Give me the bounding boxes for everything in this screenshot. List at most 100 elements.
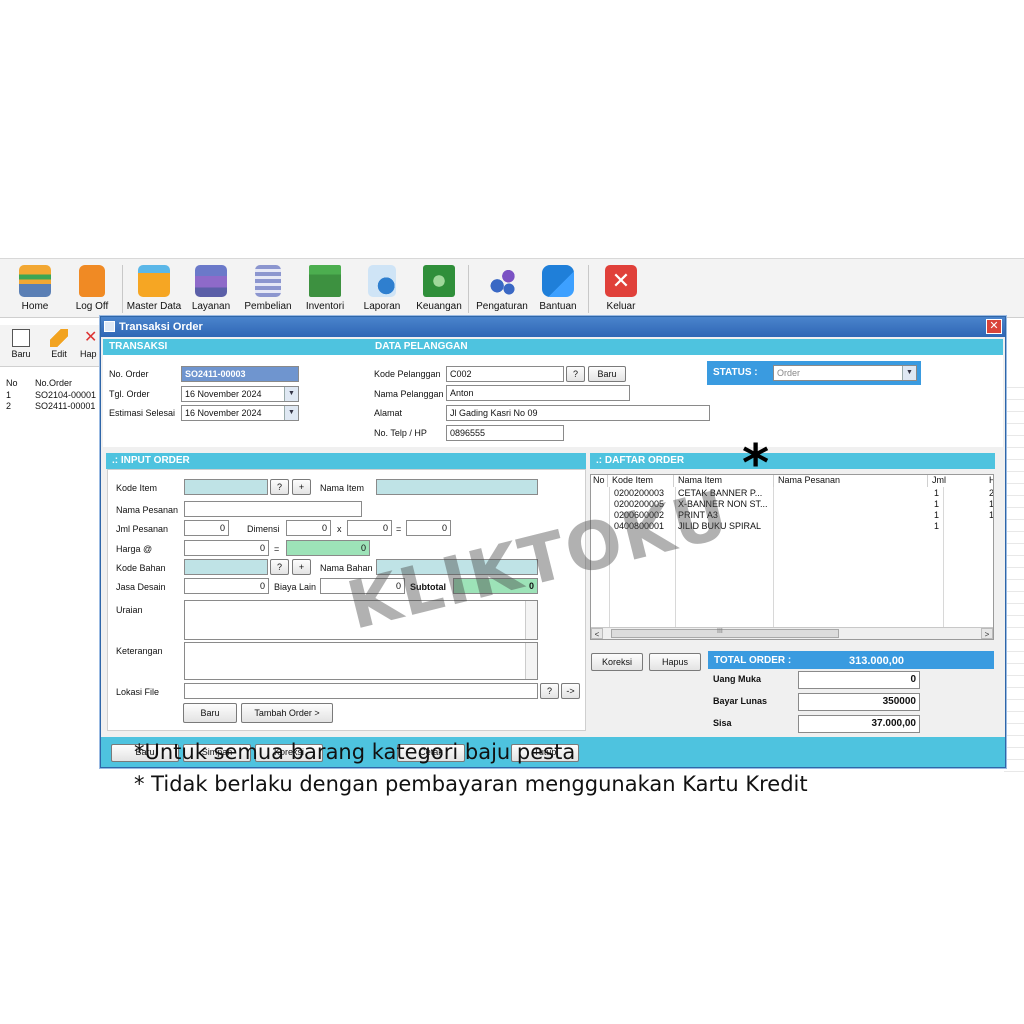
scroll-left-button[interactable]: < [591, 628, 603, 639]
lokasi-file-label: Lokasi File [116, 687, 160, 697]
telp-label: No. Telp / HP [374, 428, 427, 438]
kode-bahan-input[interactable] [184, 559, 268, 575]
list-item[interactable]: 1 SO2104-00001 [0, 390, 100, 401]
chat-icon [542, 265, 574, 297]
status-select[interactable]: Order ▼ [773, 365, 917, 381]
toolbar-master-data-button[interactable]: Master Data [124, 263, 184, 315]
chevron-down-icon[interactable]: ▼ [902, 366, 916, 380]
estimasi-label: Estimasi Selesai [109, 408, 176, 418]
kode-bahan-help-button[interactable]: ? [270, 559, 289, 575]
jml-pesanan-input[interactable]: 0 [184, 520, 229, 536]
total-order-value: 313.000,00 [849, 655, 905, 667]
dialog-titlebar[interactable]: Transaksi Order ✕ [101, 317, 1005, 337]
keterangan-textarea[interactable] [184, 642, 538, 680]
scroll-right-button[interactable]: > [981, 628, 993, 639]
toolbar-label: Pengaturan [476, 301, 528, 312]
toolbar-label: Log Off [75, 301, 109, 312]
dialog-title: Transaksi Order [119, 321, 203, 333]
alamat-label: Alamat [374, 408, 403, 418]
tambah-order-button[interactable]: Tambah Order > [241, 703, 333, 723]
screen: Home Log Off Master Data Layanan Pembeli… [0, 0, 1024, 1024]
tgl-order-value: 16 November 2024 [185, 389, 262, 399]
toolbar-separator [122, 265, 123, 313]
grid-line [943, 487, 944, 629]
toolbar-keluar-button[interactable]: ✕ Keluar [591, 263, 651, 315]
status-label: STATUS : [713, 367, 758, 378]
tgl-order-label: Tgl. Order [109, 389, 150, 399]
sisa-label: Sisa [713, 718, 732, 728]
uang-muka-label: Uang Muka [713, 674, 762, 684]
no-order-field[interactable]: SO2411-00003 [181, 366, 299, 382]
lokasi-file-input[interactable] [184, 683, 538, 699]
scrollbar[interactable] [525, 601, 537, 639]
nama-pelanggan-label: Nama Pelanggan [374, 389, 444, 399]
nama-pelanggan-input[interactable]: Anton [446, 385, 630, 401]
toolbar-separator [468, 265, 469, 313]
close-button[interactable]: ✕ [986, 319, 1002, 334]
close-icon: ✕ [605, 265, 637, 297]
dimensi-label: Dimensi [247, 524, 280, 534]
toolbar-keuangan-button[interactable]: Keuangan [409, 263, 469, 315]
list-edit-label: Edit [51, 349, 67, 359]
sisa-field: 37.000,00 [798, 715, 920, 733]
lokasi-browse-button[interactable]: -> [561, 683, 580, 699]
printer-icon [195, 265, 227, 297]
dimensi-height-input[interactable]: 0 [347, 520, 392, 536]
scroll-grip: III [717, 628, 723, 635]
hapus-button[interactable]: Hapus [649, 653, 701, 671]
uang-muka-input[interactable]: 0 [798, 671, 920, 689]
alamat-input[interactable]: Jl Gading Kasri No 09 [446, 405, 710, 421]
tgl-order-picker[interactable]: 16 November 2024 ▼ [181, 386, 299, 402]
lokasi-help-button[interactable]: ? [540, 683, 559, 699]
estimasi-picker[interactable]: 16 November 2024 ▼ [181, 405, 299, 421]
delete-icon: ✕ [84, 329, 98, 346]
kode-bahan-add-button[interactable]: + [292, 559, 311, 575]
toolbar-bantuan-button[interactable]: Bantuan [528, 263, 588, 315]
nama-item-input[interactable] [376, 479, 538, 495]
chevron-down-icon[interactable]: ▼ [284, 406, 298, 420]
biaya-lain-label: Biaya Lain [274, 582, 317, 592]
grid-line [773, 487, 774, 629]
harga-result-field: 0 [286, 540, 370, 556]
lock-icon [79, 265, 105, 297]
toolbar-home-button[interactable]: Home [5, 263, 65, 315]
list-item[interactable]: 2 SO2411-00001 [0, 401, 100, 412]
kode-item-input[interactable] [184, 479, 268, 495]
total-order-bar: TOTAL ORDER : 313.000,00 [708, 651, 994, 669]
pelanggan-baru-button[interactable]: Baru [588, 366, 626, 382]
telp-input[interactable]: 0896555 [446, 425, 564, 441]
scrollbar[interactable] [525, 643, 537, 679]
kode-pelanggan-help-button[interactable]: ? [566, 366, 585, 382]
kode-item-add-button[interactable]: + [292, 479, 311, 495]
list-grid-edge [1004, 376, 1024, 776]
dimensi-width-input[interactable]: 0 [286, 520, 331, 536]
list-cell-order: SO2104-00001 [35, 390, 97, 400]
toolbar-inventori-button[interactable]: Inventori [295, 263, 355, 315]
harga-label: Harga @ [116, 544, 153, 554]
toolbar-pengaturan-button[interactable]: Pengaturan [472, 263, 532, 315]
list-edit-button[interactable]: Edit [46, 329, 72, 359]
toolbar-laporan-button[interactable]: Laporan [352, 263, 412, 315]
input-baru-button[interactable]: Baru [183, 703, 237, 723]
toolbar-separator [588, 265, 589, 313]
list-delete-button[interactable]: ✕ Hap [80, 329, 100, 359]
list-new-button[interactable]: Baru [8, 329, 34, 359]
bayar-lunas-input[interactable]: 350000 [798, 693, 920, 711]
nama-pesanan-input[interactable] [184, 501, 362, 517]
grid-cell-jml: 1 [934, 510, 940, 520]
toolbar-logoff-button[interactable]: Log Off [62, 263, 122, 315]
promo-note-1: *Untuk semua barang kategori baju pesta [134, 740, 576, 764]
kode-item-help-button[interactable]: ? [270, 479, 289, 495]
order-list: No No.Order 1 SO2104-00001 2 SO2411-0000… [0, 376, 100, 776]
scroll-thumb[interactable]: III [611, 628, 839, 638]
jasa-desain-input[interactable]: 0 [184, 578, 269, 594]
grid-header-no: No [591, 475, 608, 487]
toolbar-pembelian-button[interactable]: Pembelian [238, 263, 298, 315]
harga-input[interactable]: 0 [184, 540, 269, 556]
toolbar-layanan-button[interactable]: Layanan [181, 263, 241, 315]
horizontal-scrollbar[interactable]: < III > [591, 627, 993, 639]
kode-pelanggan-input[interactable]: C002 [446, 366, 564, 382]
koreksi-button[interactable]: Koreksi [591, 653, 643, 671]
chevron-down-icon[interactable]: ▼ [284, 387, 298, 401]
nama-item-label: Nama Item [320, 483, 365, 493]
